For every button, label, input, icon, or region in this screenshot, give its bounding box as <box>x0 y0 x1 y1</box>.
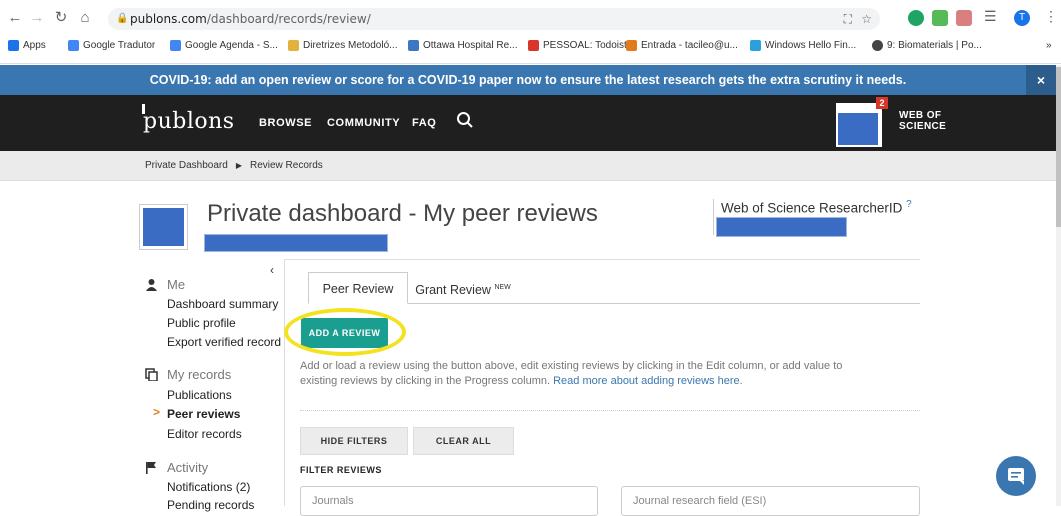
copy-icon <box>145 368 158 381</box>
sidebar-item-editor-records[interactable]: Editor records <box>167 427 242 441</box>
new-tag: NEW <box>494 284 511 291</box>
address-bar[interactable]: 🔒 publons.com/dashboard/records/review/ … <box>108 8 880 30</box>
journals-filter-input[interactable]: Journals <box>300 486 598 516</box>
top-navigation: publons BROWSE COMMUNITY FAQ 2 WEB OF SCI… <box>0 95 1056 151</box>
user-avatar[interactable] <box>836 103 882 147</box>
sidebar-item-peer-reviews[interactable]: Peer reviews <box>167 407 240 421</box>
bookmark-item[interactable]: PESSOAL: Todoist <box>528 40 627 51</box>
web-of-science-link[interactable]: WEB OF SCIENCE <box>899 110 946 132</box>
nav-community[interactable]: COMMUNITY <box>327 117 400 129</box>
panel-border <box>284 259 285 506</box>
help-icon[interactable]: ? <box>906 199 912 210</box>
bookmark-item[interactable]: 9: Biomaterials | Po... <box>872 40 982 51</box>
notification-badge: 2 <box>876 97 888 109</box>
windows-icon <box>750 40 761 51</box>
home-icon[interactable]: ⌂ <box>76 8 94 28</box>
apps-grid-icon <box>8 40 19 51</box>
breadcrumb: Private Dashboard ▶ Review Records <box>0 151 1056 181</box>
sidebar-item-public-profile[interactable]: Public profile <box>167 316 236 330</box>
main-content: Private dashboard - My peer reviews Web … <box>0 181 1056 516</box>
breadcrumb-review-records[interactable]: Review Records <box>250 160 323 171</box>
page-scrollbar[interactable] <box>1056 65 1061 506</box>
breadcrumb-dashboard[interactable]: Private Dashboard <box>145 160 228 171</box>
menu-icon[interactable]: ⋮ <box>1044 8 1058 25</box>
banner-text: COVID-19: add an open review or score fo… <box>149 73 907 87</box>
bookmark-favicon <box>288 40 299 51</box>
nav-faq[interactable]: FAQ <box>412 117 436 129</box>
sidebar-section-activity: Activity <box>145 460 208 475</box>
bookmark-item[interactable]: Google Agenda - S... <box>170 40 278 51</box>
bookmark-apps[interactable]: Apps <box>8 40 46 51</box>
sidebar-section-me: Me <box>145 277 185 292</box>
clear-all-button[interactable]: CLEAR ALL <box>413 427 514 455</box>
grammarly-icon[interactable] <box>908 10 924 26</box>
chat-icon <box>1008 468 1024 485</box>
url-path: /dashboard/records/review/ <box>206 12 371 26</box>
logo-mark <box>142 104 145 114</box>
flag-icon <box>146 462 156 474</box>
avatar-redaction <box>838 113 878 145</box>
calendar-icon <box>170 40 181 51</box>
scrollbar-thumb[interactable] <box>1056 67 1061 227</box>
translate-icon[interactable]: ⛶ <box>844 8 852 30</box>
divider <box>284 259 920 260</box>
close-icon[interactable]: × <box>1026 65 1056 95</box>
chat-button[interactable] <box>996 456 1036 496</box>
mail-icon <box>626 40 637 51</box>
sidebar-item-notifications[interactable]: Notifications (2) <box>167 480 250 494</box>
translate-bookmark-icon <box>68 40 79 51</box>
reading-list-icon[interactable]: ☰ <box>984 8 997 25</box>
bookmarks-bar: Apps Google Tradutor Google Agenda - S..… <box>0 38 1061 58</box>
globe-icon <box>872 40 883 51</box>
back-icon[interactable]: ← <box>6 8 24 28</box>
filter-reviews-label: FILTER REVIEWS <box>300 465 382 475</box>
research-field-filter-input[interactable]: Journal research field (ESI) <box>621 486 920 516</box>
bookmark-item[interactable]: Google Tradutor <box>68 40 155 51</box>
address-row: ← → ↻ ⌂ 🔒 publons.com/dashboard/records/… <box>0 8 1061 30</box>
bookmark-favicon <box>408 40 419 51</box>
dotted-divider <box>300 410 920 411</box>
more-bookmarks-icon[interactable]: » <box>1046 40 1052 51</box>
sidebar-item-pending-records[interactable]: Pending records <box>167 498 254 512</box>
publons-logo[interactable]: publons <box>142 104 235 134</box>
tab-grant-review[interactable]: Grant Review NEW <box>408 272 518 304</box>
covid-banner: COVID-19: add an open review or score fo… <box>0 65 1056 95</box>
hide-filters-button[interactable]: HIDE FILTERS <box>300 427 408 455</box>
help-text: Add or load a review using the button ab… <box>300 360 843 387</box>
bookmark-item[interactable]: Diretrizes Metodoló... <box>288 40 397 51</box>
sidebar-item-publications[interactable]: Publications <box>167 388 232 402</box>
star-icon[interactable]: ☆ <box>861 8 872 30</box>
breadcrumb-arrow-icon: ▶ <box>235 161 242 170</box>
active-chevron-icon: > <box>153 405 161 419</box>
sidebar-item-export-record[interactable]: Export verified record <box>167 335 281 349</box>
researcher-id-redaction <box>716 217 847 237</box>
browser-chrome: ← → ↻ ⌂ 🔒 publons.com/dashboard/records/… <box>0 0 1061 64</box>
bookmark-item[interactable]: Entrada - tacileo@u... <box>626 40 738 51</box>
search-icon[interactable] <box>456 111 474 129</box>
sidebar: ‹ Me Dashboard summary Public profile Ex… <box>0 181 282 512</box>
person-icon <box>146 279 157 291</box>
lock-icon: 🔒 <box>116 13 129 24</box>
review-tabs: Peer Review Grant Review NEW <box>308 272 920 304</box>
bookmark-item[interactable]: Windows Hello Fin... <box>750 40 856 51</box>
reload-icon[interactable]: ↻ <box>52 8 70 28</box>
todoist-icon <box>528 40 539 51</box>
forward-icon[interactable]: → <box>28 8 46 28</box>
tab-peer-review[interactable]: Peer Review <box>308 272 408 304</box>
read-more-link[interactable]: Read more about adding reviews here <box>553 375 740 387</box>
url-host: publons.com <box>130 12 207 26</box>
sidebar-item-dashboard-summary[interactable]: Dashboard summary <box>167 297 278 311</box>
profile-avatar[interactable]: T <box>1014 10 1030 26</box>
nav-browse[interactable]: BROWSE <box>259 117 312 129</box>
collapse-sidebar-icon[interactable]: ‹ <box>270 263 274 277</box>
highlight-circle <box>284 308 406 356</box>
pdf-extension-icon[interactable] <box>956 10 972 26</box>
bookmark-item[interactable]: Ottawa Hospital Re... <box>408 40 517 51</box>
extension-check-icon[interactable] <box>932 10 948 26</box>
sidebar-section-records: My records <box>145 367 231 382</box>
